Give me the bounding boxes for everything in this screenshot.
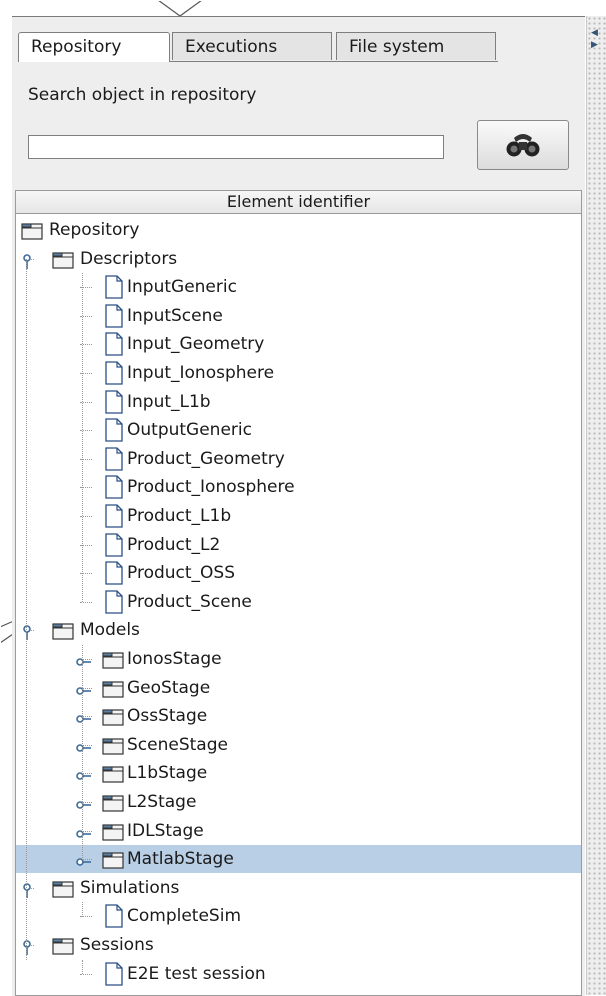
document-icon [104,961,124,995]
tree-document-node[interactable]: CompleteSim [16,902,581,930]
tree-node-label: GeoStage [127,677,211,698]
tree-node-label: Descriptors [80,248,178,269]
tree-node-label: InputGeneric [127,277,237,298]
tree-folder-node[interactable]: Descriptors [16,245,581,273]
tree-node-label: OutputGeneric [127,420,252,441]
tree-document-node[interactable]: InputGeneric [16,273,581,301]
tree-guide-line [82,902,83,917]
tree-node-label: OssStage [127,706,208,727]
tree-folder-node[interactable]: GeoStage [16,674,581,702]
tree-folder-node[interactable]: Simulations [16,874,581,902]
tree-node-label: Product_L1b [127,506,232,526]
tab-file-system[interactable]: File system [336,32,496,60]
tree-node-label: L2Stage [127,792,197,812]
tree-document-node[interactable]: Product_Ionosphere [16,473,581,501]
tree-node-label: Product_Scene [127,591,252,612]
tree-folder-node[interactable]: Models [16,616,581,644]
tree-node-label: Input_Ionosphere [127,363,275,383]
tree-node-label: IonosStage [127,649,222,669]
tree-node-label: Product_Ionosphere [127,477,295,498]
tab-executions[interactable]: Executions [172,32,332,60]
tree-folder-node[interactable]: IDLStage [16,817,581,845]
search-input[interactable] [28,135,444,159]
tree-guide-line [82,273,83,603]
tree-node-label: Input_L1b [127,391,211,412]
tree-node-label: Input_Geometry [127,334,265,355]
collapse-left-icon[interactable]: ◀ [591,28,598,38]
tree-guide-line [26,258,27,960]
tree-node-label: Simulations [80,877,180,898]
collapse-right-icon[interactable]: ▶ [591,40,598,50]
tree-node-label: L1bStage [127,763,208,784]
tree-document-node[interactable]: E2E test session [16,960,581,988]
tree-folder-node[interactable]: Repository [16,216,581,244]
tree-document-node[interactable]: InputScene [16,302,581,330]
tree-folder-node[interactable]: L1bStage [16,759,581,787]
tree-guide-line [82,645,83,860]
tree-document-node[interactable]: Product_L1b [16,502,581,530]
repository-panel: Repository Executions File system Search… [12,16,585,996]
tree-folder-node[interactable]: MatlabStage [16,845,581,874]
tree-folder-node[interactable]: L2Stage [16,788,581,816]
tree-document-node[interactable]: Input_Geometry [16,330,581,358]
tree-document-node[interactable]: OutputGeneric [16,416,581,444]
tree-folder-node[interactable]: OssStage [16,702,581,730]
search-label: Search object in repository [28,85,257,105]
tree-node-label: Sessions [80,935,154,955]
tab-repository[interactable]: Repository [18,32,170,62]
tree-node-label: Product_OSS [127,563,236,584]
tree-document-node[interactable]: Product_Geometry [16,445,581,473]
column-header-element-identifier[interactable]: Element identifier [16,191,581,214]
tree-folder-node[interactable]: Sessions [16,931,581,959]
tree-node-label: IDLStage [127,820,204,841]
tree-document-node[interactable]: Input_L1b [16,388,581,416]
tree-node-label: Product_L2 [127,534,221,555]
tree-folder-node[interactable]: IonosStage [16,645,581,673]
tree-node-label: InputScene [127,305,223,326]
side-splitter[interactable]: ◀ ▶ [586,16,606,995]
tree-node-label: CompleteSim [127,906,242,927]
tree-node-label: Repository [49,220,140,240]
tree-node-label: MatlabStage [127,849,234,870]
repository-tree[interactable]: Element identifier Repository Descriptors… [15,190,582,996]
tree-folder-node[interactable]: SceneStage [16,731,581,759]
tree-node-label: Models [80,620,140,641]
tree-document-node[interactable]: Input_Ionosphere [16,359,581,387]
tree-node-label: Product_Geometry [127,448,285,469]
search-button[interactable] [477,120,569,170]
tree-node-label: SceneStage [127,734,228,755]
tree-document-node[interactable]: Product_L2 [16,531,581,559]
binoculars-icon [506,134,540,157]
tree-document-node[interactable]: Product_OSS [16,559,581,587]
tree-node-label: E2E test session [127,963,266,984]
tree-document-node[interactable]: Product_Scene [16,588,581,616]
tree-guide-line [82,959,83,975]
